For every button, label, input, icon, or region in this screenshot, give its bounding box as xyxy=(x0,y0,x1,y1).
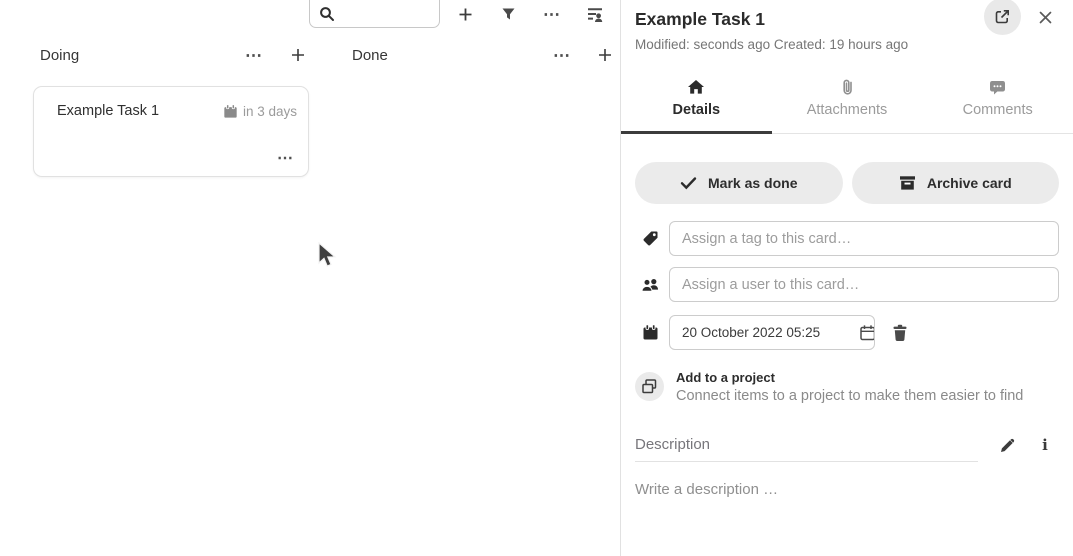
detail-tabs: Details Attachments xyxy=(621,72,1073,134)
tab-details-label: Details xyxy=(621,102,772,118)
add-card-button[interactable] xyxy=(451,0,479,28)
calendar-icon xyxy=(223,104,238,119)
info-icon: i xyxy=(1042,436,1048,454)
search-input[interactable] xyxy=(340,4,433,24)
archive-card-button[interactable]: Archive card xyxy=(852,162,1060,204)
remove-date-button[interactable] xyxy=(888,321,912,345)
card-title: Example Task 1 xyxy=(57,103,159,119)
column-done-menu-button[interactable]: ⋯ xyxy=(548,41,576,69)
pencil-icon xyxy=(999,437,1016,454)
tab-comments[interactable]: Comments xyxy=(922,72,1073,133)
column-title-doing: Doing xyxy=(40,47,79,64)
date-picker-button[interactable] xyxy=(859,316,875,349)
filter-button[interactable] xyxy=(494,0,522,28)
panel-content: Mark as done Archive card xyxy=(621,162,1073,498)
ellipsis-icon: ⋯ xyxy=(277,151,294,167)
home-icon xyxy=(687,79,705,95)
task-card[interactable]: Example Task 1 in 3 days ⋯ xyxy=(33,86,309,177)
description-header: Description i xyxy=(635,436,1059,462)
archive-icon xyxy=(899,175,916,191)
external-link-icon xyxy=(994,8,1011,25)
plus-icon xyxy=(457,6,474,23)
archive-card-label: Archive card xyxy=(927,175,1012,191)
tab-attachments-label: Attachments xyxy=(772,102,923,118)
plus-icon xyxy=(290,47,306,63)
mark-as-done-button[interactable]: Mark as done xyxy=(635,162,843,204)
calendar-icon xyxy=(640,323,660,343)
assign-user-input[interactable] xyxy=(669,267,1059,302)
plus-icon xyxy=(597,47,613,63)
board-menu-button[interactable]: ⋯ xyxy=(538,0,566,28)
comments-icon xyxy=(989,80,1006,95)
tag-field-row xyxy=(635,221,1059,256)
user-field-row xyxy=(635,267,1059,302)
panel-header: Example Task 1 Modified: seconds ago Cre… xyxy=(621,0,1073,134)
tag-icon xyxy=(640,229,660,249)
close-icon xyxy=(1038,10,1053,25)
mark-as-done-label: Mark as done xyxy=(708,175,797,191)
column-title-done: Done xyxy=(352,47,388,64)
ellipsis-icon: ⋯ xyxy=(543,6,561,23)
add-to-project-subtitle: Connect items to a project to make them … xyxy=(676,388,1023,404)
column-doing-menu-button[interactable]: ⋯ xyxy=(240,41,268,69)
close-panel-button[interactable] xyxy=(1034,6,1056,28)
add-to-project-title: Add to a project xyxy=(676,370,1023,385)
project-text: Add to a project Connect items to a proj… xyxy=(676,370,1023,404)
tab-attachments[interactable]: Attachments xyxy=(772,72,923,133)
search-icon xyxy=(319,6,335,22)
card-menu-button[interactable]: ⋯ xyxy=(277,151,294,167)
mouse-cursor xyxy=(317,242,337,269)
trash-icon xyxy=(892,324,908,342)
card-detail-panel: Example Task 1 Modified: seconds ago Cre… xyxy=(620,0,1073,556)
description-label: Description xyxy=(635,436,978,462)
panel-meta: Modified: seconds ago Created: 19 hours … xyxy=(635,37,1059,52)
calendar-outline-icon xyxy=(859,324,875,342)
column-done-add-button[interactable] xyxy=(591,41,619,69)
project-windows-icon xyxy=(635,372,664,401)
list-user-icon xyxy=(586,6,604,23)
tab-details[interactable]: Details xyxy=(621,72,772,133)
search-input-box[interactable] xyxy=(309,0,440,28)
filter-funnel-icon xyxy=(501,7,516,22)
tab-comments-label: Comments xyxy=(922,102,1073,118)
ellipsis-icon: ⋯ xyxy=(245,47,263,64)
check-icon xyxy=(680,176,697,190)
due-date-input[interactable] xyxy=(670,325,859,340)
paperclip-icon xyxy=(841,78,853,96)
assign-tag-input[interactable] xyxy=(669,221,1059,256)
board-view-options-button[interactable] xyxy=(581,0,609,28)
description-placeholder[interactable]: Write a description … xyxy=(635,481,1059,498)
card-due-date: in 3 days xyxy=(223,104,297,119)
date-field-row xyxy=(635,315,1059,350)
add-to-project-row[interactable]: Add to a project Connect items to a proj… xyxy=(635,370,1059,404)
description-info-button[interactable]: i xyxy=(1035,434,1055,456)
users-icon xyxy=(640,275,660,295)
edit-description-button[interactable] xyxy=(996,434,1018,456)
card-due-label: in 3 days xyxy=(243,104,297,119)
due-date-box[interactable] xyxy=(669,315,875,350)
ellipsis-icon: ⋯ xyxy=(553,47,571,64)
card-actions: Mark as done Archive card xyxy=(635,162,1059,204)
column-doing-add-button[interactable] xyxy=(284,41,312,69)
